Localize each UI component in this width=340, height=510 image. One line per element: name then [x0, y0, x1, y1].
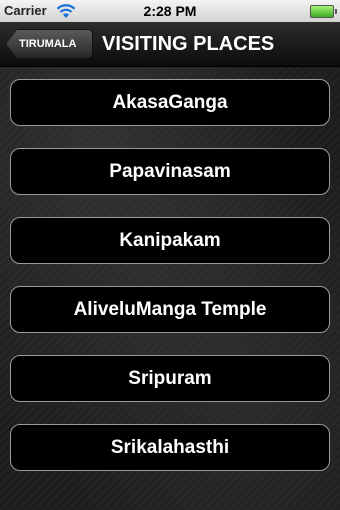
back-button[interactable]: TIRUMALA [6, 29, 93, 59]
place-button-sripuram[interactable]: Sripuram [10, 355, 330, 402]
place-button-alivelumanga-temple[interactable]: AliveluManga Temple [10, 286, 330, 333]
place-button-akasaganga[interactable]: AkasaGanga [10, 79, 330, 126]
places-list: AkasaGanga Papavinasam Kanipakam Alivelu… [0, 67, 340, 510]
battery-icon [310, 5, 337, 18]
navigation-bar: TIRUMALA VISITING PLACES [0, 22, 340, 67]
status-bar: Carrier 2:28 PM [0, 0, 340, 22]
place-button-papavinasam[interactable]: Papavinasam [10, 148, 330, 195]
status-time: 2:28 PM [143, 3, 197, 19]
place-button-kanipakam[interactable]: Kanipakam [10, 217, 330, 264]
place-button-srikalahasthi[interactable]: Srikalahasthi [10, 424, 330, 471]
page-title: VISITING PLACES [102, 33, 275, 55]
